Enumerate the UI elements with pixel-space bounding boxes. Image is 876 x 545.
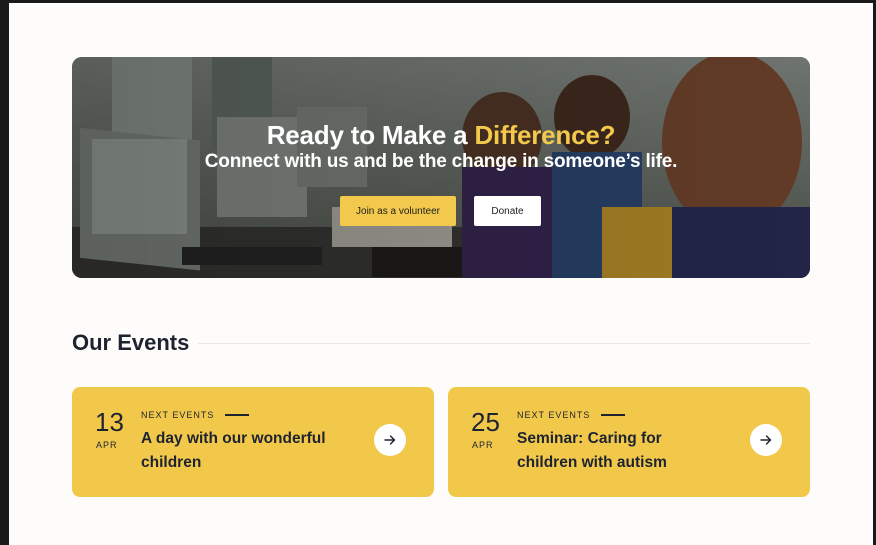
join-volunteer-button[interactable]: Join as a volunteer — [340, 196, 456, 226]
event-month: APR — [96, 440, 118, 450]
event-tag-line — [601, 414, 625, 416]
events-heading-divider — [198, 343, 810, 344]
arrow-right-icon — [384, 435, 396, 445]
hero-title-text: Ready to Make a — [266, 120, 475, 150]
event-card[interactable]: 13 APR NEXT EVENTS A day with our wonder… — [72, 387, 434, 497]
cta-banner: Ready to Make a Difference? Connect with… — [72, 57, 810, 278]
event-tag-line — [225, 414, 249, 416]
event-arrow-button[interactable] — [750, 424, 782, 456]
event-card[interactable]: 25 APR NEXT EVENTS Seminar: Caring for c… — [448, 387, 810, 497]
event-title[interactable]: A day with our wonderful children — [141, 427, 341, 475]
event-tag: NEXT EVENTS — [517, 410, 591, 420]
donate-button[interactable]: Donate — [474, 196, 541, 226]
arrow-right-icon — [760, 435, 772, 445]
events-heading: Our Events — [72, 330, 190, 355]
hero-subtitle: Connect with us and be the change in som… — [204, 151, 678, 172]
event-title[interactable]: Seminar: Caring for children with autism — [517, 427, 717, 475]
event-tag: NEXT EVENTS — [141, 410, 215, 420]
page: Ready to Make a Difference? Connect with… — [9, 3, 873, 545]
event-day: 25 — [471, 407, 500, 437]
event-day: 13 — [95, 407, 124, 437]
event-month: APR — [472, 440, 494, 450]
event-arrow-button[interactable] — [374, 424, 406, 456]
hero-title-accent: Difference? — [474, 120, 616, 150]
hero-title: Ready to Make a Difference? — [72, 120, 810, 151]
